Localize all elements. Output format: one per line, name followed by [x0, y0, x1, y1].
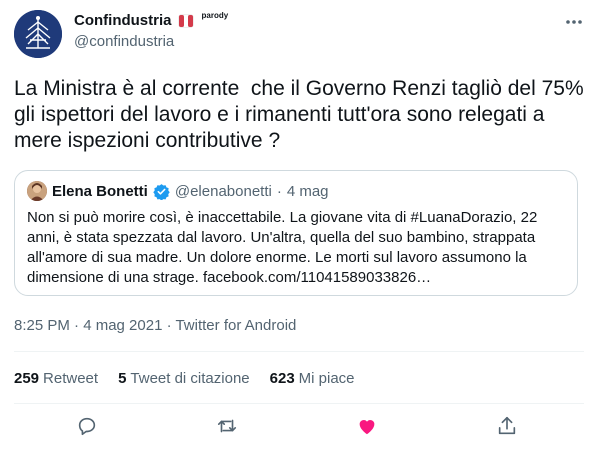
likes-label: Mi piace	[298, 370, 355, 387]
author-handle[interactable]: @confindustria	[74, 32, 228, 52]
quoted-author-avatar[interactable]	[27, 181, 47, 201]
quotes-label: Tweet di citazione	[130, 370, 250, 387]
quoted-author-handle: @elenabonetti	[174, 182, 272, 200]
tweet-stats: 259 Retweet 5 Tweet di citazione 623 Mi pia…	[14, 370, 355, 387]
quoted-author-name: Elena Bonetti	[52, 182, 148, 200]
tweet-actions	[14, 413, 584, 443]
quotes-count: 5	[118, 370, 127, 387]
quoted-tweet[interactable]: Elena Bonetti @elenabonetti · 4 mag Non …	[14, 170, 578, 296]
divider	[14, 403, 584, 404]
divider	[14, 351, 584, 352]
retweet-icon[interactable]	[216, 415, 240, 439]
like-icon[interactable]	[356, 415, 380, 439]
quoted-date: 4 mag	[286, 182, 329, 200]
tweet-header: Confindustria parody @confindustria	[14, 10, 584, 62]
more-options-icon[interactable]	[564, 12, 584, 32]
retweets-count: 259	[14, 370, 40, 387]
likes-stat[interactable]: 623 Mi piace	[270, 370, 355, 387]
italian-flag-icon	[178, 13, 194, 29]
tweet-timestamp[interactable]: 8:25 PM · 4 mag 2021 · Twitter for Andro…	[14, 317, 296, 334]
quoted-text: Non si può morire così, è inaccettabile.…	[27, 209, 538, 286]
author-avatar[interactable]	[14, 10, 62, 58]
likes-count: 623	[269, 370, 295, 387]
quoted-separator: ·	[276, 182, 282, 200]
retweets-stat[interactable]: 259 Retweet	[14, 370, 98, 387]
reply-icon[interactable]	[76, 415, 100, 439]
parody-label: parody	[201, 11, 229, 20]
author-display-name[interactable]: Confindustria	[74, 11, 172, 30]
quotes-stat[interactable]: 5 Tweet di citazione	[118, 370, 250, 387]
retweets-label: Retweet	[43, 370, 99, 387]
share-icon[interactable]	[496, 415, 520, 439]
verified-badge-icon	[153, 183, 170, 200]
tweet-text: La Ministra è al corrente che il Governo…	[14, 77, 590, 152]
